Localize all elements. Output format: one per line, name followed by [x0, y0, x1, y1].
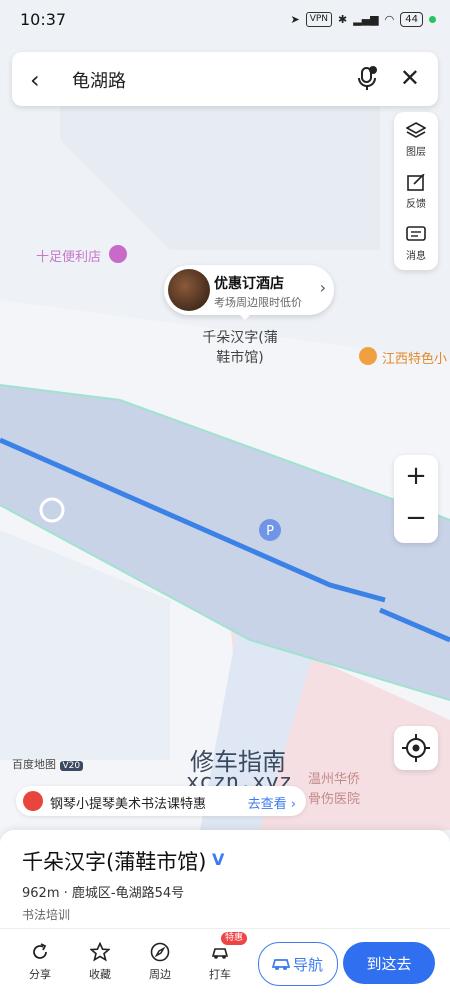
- taxi-special-badge: 特惠: [221, 932, 248, 945]
- search-bar[interactable]: ‹ 龟湖路 ✕: [12, 52, 438, 106]
- locate-button[interactable]: [394, 726, 438, 770]
- bottom-action-bar: 分享 收藏 周边 打车 特惠 导航 到这去: [0, 930, 450, 1000]
- ad-icon: [23, 791, 43, 811]
- feedback-icon: [407, 174, 425, 191]
- compass-icon: [150, 942, 170, 962]
- poi-label-line1: 千朵汉字(蒲: [202, 330, 278, 346]
- share-button[interactable]: 分享: [20, 942, 60, 982]
- layers-icon: [406, 122, 426, 138]
- favorite-label: 收藏: [89, 968, 111, 981]
- verified-icon: V: [212, 850, 225, 869]
- star-icon: [90, 942, 110, 962]
- signal-icon: ▂▄▆: [353, 13, 379, 26]
- nearby-button[interactable]: 周边: [140, 942, 180, 982]
- microphone-icon[interactable]: [356, 66, 378, 96]
- close-icon[interactable]: ✕: [400, 64, 420, 92]
- share-icon: [33, 943, 47, 959]
- crosshair-icon: [402, 734, 430, 762]
- chevron-right-icon: ›: [319, 278, 326, 297]
- promo-subtitle: 考场周边限时低价: [214, 296, 302, 309]
- navigate-label: 导航: [293, 956, 324, 974]
- taxi-label: 打车: [209, 968, 231, 981]
- place-address: 962m · 鹿城区-龟湖路54号: [22, 886, 185, 901]
- search-query[interactable]: 龟湖路: [72, 67, 126, 93]
- navigate-button[interactable]: 导航: [258, 942, 338, 986]
- ad-strip[interactable]: 钢琴小提琴美术书法课特惠 去查看 ›: [16, 786, 306, 816]
- status-bar: 10:37 ➤ VPN ✱ ▂▄▆ ◠ 44: [0, 0, 450, 42]
- taxi-icon: [211, 948, 229, 959]
- zoom-controls: + −: [394, 455, 438, 543]
- map-label-hospital-1[interactable]: 温州华侨: [308, 768, 360, 787]
- ad-view-link[interactable]: 去查看 ›: [248, 793, 296, 812]
- restaurant-marker: [359, 347, 377, 365]
- message-label: 消息: [406, 251, 426, 262]
- status-time: 10:37: [20, 10, 67, 29]
- ad-text: 钢琴小提琴美术书法课特惠: [50, 797, 207, 812]
- car-icon: [271, 959, 291, 970]
- place-name: 千朵汉字(蒲鞋市馆): [22, 850, 207, 874]
- poi-label-line2: 鞋市馆): [216, 350, 264, 366]
- layers-button[interactable]: 图层: [394, 122, 438, 158]
- taxi-button[interactable]: 打车: [200, 942, 240, 982]
- message-icon: [406, 226, 426, 241]
- map-label-hospital-2[interactable]: 骨伤医院: [308, 788, 360, 807]
- selected-poi-label[interactable]: 千朵汉字(蒲 鞋市馆): [200, 328, 280, 368]
- message-button[interactable]: 消息: [394, 226, 438, 262]
- status-dot: [429, 16, 436, 23]
- go-here-button[interactable]: 到这去: [343, 942, 435, 984]
- brand-version: V20: [59, 761, 84, 771]
- feedback-button[interactable]: 反馈: [394, 174, 438, 210]
- promo-title: 优惠订酒店: [214, 276, 284, 292]
- back-icon[interactable]: ‹: [30, 66, 40, 94]
- status-icons: ➤ VPN ✱ ▂▄▆ ◠ 44: [290, 12, 436, 27]
- parking-label: P: [266, 524, 274, 539]
- bubble-tail: [239, 314, 251, 320]
- go-here-label: 到这去: [366, 955, 412, 973]
- nearby-label: 周边: [149, 968, 171, 981]
- divider: [0, 928, 450, 929]
- store-marker: [109, 245, 127, 263]
- location-icon: ➤: [290, 13, 300, 26]
- feedback-label: 反馈: [406, 199, 426, 210]
- brand-name: 百度地图: [12, 758, 56, 771]
- zoom-in-button[interactable]: +: [394, 461, 438, 491]
- hotel-thumbnail: [168, 269, 210, 311]
- wifi-icon: ◠: [384, 13, 395, 26]
- battery-icon: 44: [400, 12, 423, 27]
- map-label-jiangxi[interactable]: 江西特色小: [382, 348, 447, 367]
- map-tools-panel: 图层 反馈 消息: [394, 112, 438, 270]
- vpn-badge: VPN: [305, 12, 333, 27]
- bluetooth-icon: ✱: [338, 13, 348, 26]
- map-brand: 百度地图 V20: [12, 756, 84, 772]
- share-label: 分享: [29, 968, 51, 981]
- layers-label: 图层: [406, 147, 426, 158]
- place-category: 书法培训: [22, 908, 71, 922]
- zoom-out-button[interactable]: −: [394, 503, 438, 533]
- hotel-promo-bubble[interactable]: 优惠订酒店 考场周边限时低价 ›: [164, 265, 334, 315]
- map-label-store[interactable]: 十足便利店: [36, 246, 101, 265]
- favorite-button[interactable]: 收藏: [80, 942, 120, 982]
